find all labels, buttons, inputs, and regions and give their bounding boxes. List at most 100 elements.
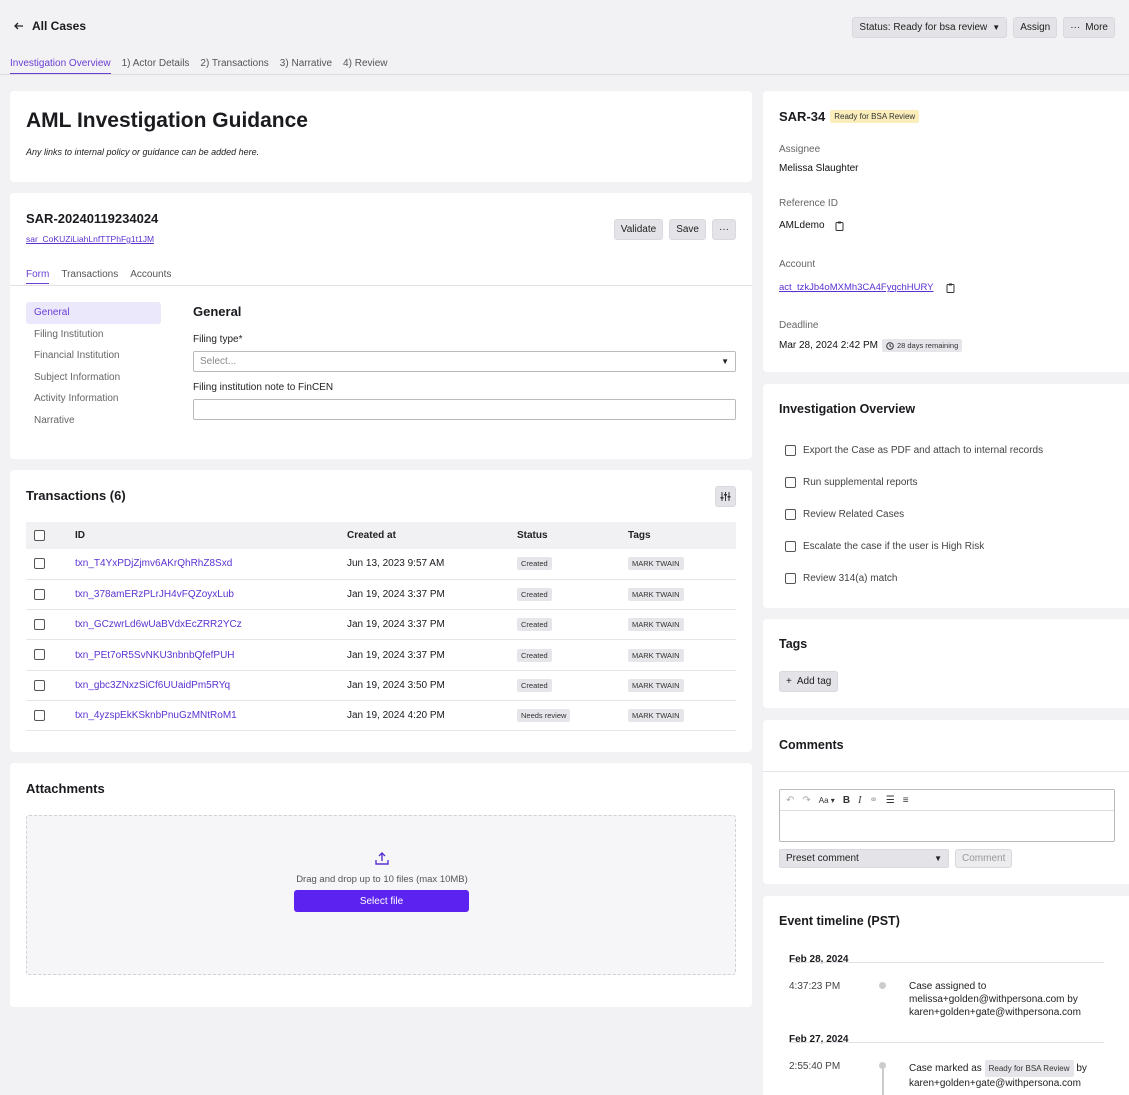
comment-button[interactable]: Comment — [955, 849, 1013, 868]
comment-text-area[interactable] — [780, 811, 1114, 842]
reference-label: Reference ID — [779, 198, 838, 209]
account-link[interactable]: act_tzkJb4oMXMh3CA4FyqchHURY — [779, 282, 934, 293]
timeline-event-prefix: Case marked as — [909, 1063, 982, 1074]
nav-activity-information[interactable]: Activity Information — [26, 388, 161, 410]
assign-button[interactable]: Assign — [1013, 17, 1058, 38]
link-icon[interactable]: ⚭ — [869, 795, 877, 806]
italic-icon[interactable]: I — [858, 795, 861, 806]
copy-icon[interactable] — [946, 283, 955, 293]
transaction-id-link[interactable]: txn_GCzwrLd6wUaBVdxEcZRR2YCz — [75, 609, 347, 641]
timeline-event-text: karen+golden+gate@withpersona.com — [909, 1007, 1081, 1018]
guidance-title: AML Investigation Guidance — [26, 109, 308, 132]
bullet-list-icon[interactable]: ☰ — [886, 795, 895, 806]
preset-comment-select[interactable]: Preset comment ▼ — [779, 849, 949, 868]
tab-narrative[interactable]: 3) Narrative — [280, 58, 332, 74]
status-badge: Created — [517, 648, 552, 662]
validate-button[interactable]: Validate — [613, 219, 664, 240]
tab-transactions[interactable]: 2) Transactions — [200, 58, 268, 74]
nav-narrative[interactable]: Narrative — [26, 410, 161, 432]
tag-badge: MARK TWAIN — [628, 557, 684, 571]
overview-title: Investigation Overview — [779, 402, 916, 416]
nav-general[interactable]: General — [26, 302, 161, 324]
checklist-item[interactable]: Review 314(a) match — [785, 562, 1043, 594]
form-sub-tabs: Form Transactions Accounts — [26, 269, 171, 284]
sar-title: SAR-20240119234024 — [26, 211, 159, 226]
tab-investigation-overview[interactable]: Investigation Overview — [10, 58, 111, 74]
status-dropdown[interactable]: Status: Ready for bsa review ▼ — [852, 17, 1008, 38]
back-label: All Cases — [32, 19, 87, 33]
transaction-id-link[interactable]: txn_gbc3ZNxzSiCf6UUaidPm5RYq — [75, 670, 347, 701]
created-at: Jan 19, 2024 4:20 PM — [347, 700, 517, 732]
tag-badge: MARK TWAIN — [628, 648, 684, 662]
font-size-dropdown[interactable]: Aa ▾ — [819, 796, 835, 805]
copy-icon[interactable] — [835, 221, 844, 231]
status-badge: Created — [517, 618, 552, 632]
transactions-title: Transactions (6) — [26, 488, 126, 503]
caret-down-icon: ▼ — [934, 854, 942, 863]
table-row[interactable]: txn_4yzspEkKSknbPnuGzMNtRoM1 Jan 19, 202… — [26, 700, 736, 732]
tab-accounts[interactable]: Accounts — [130, 269, 171, 284]
note-input[interactable] — [193, 399, 736, 420]
checklist-checkbox[interactable] — [785, 508, 796, 520]
plus-icon: + — [786, 676, 792, 687]
select-file-button[interactable]: Select file — [294, 890, 469, 912]
tab-actor-details[interactable]: 1) Actor Details — [122, 58, 190, 74]
preset-comment-label: Preset comment — [786, 853, 859, 864]
checklist-item[interactable]: Run supplemental reports — [785, 466, 1043, 498]
timeline-event-text: Case marked as Ready for BSA Review by — [909, 1060, 1087, 1077]
redo-icon[interactable]: ↷ — [802, 795, 810, 806]
nav-financial-institution[interactable]: Financial Institution — [26, 345, 161, 367]
table-row[interactable]: txn_PEt7oR5SvNKU3nbnbQfefPUH Jan 19, 202… — [26, 639, 736, 671]
row-checkbox[interactable] — [34, 588, 45, 600]
bold-icon[interactable]: B — [843, 795, 850, 806]
created-at: Jan 19, 2024 3:37 PM — [347, 609, 517, 641]
transaction-id-link[interactable]: txn_PEt7oR5SvNKU3nbnbQfefPUH — [75, 639, 347, 671]
add-tag-button[interactable]: + Add tag — [779, 671, 839, 692]
more-button[interactable]: ··· More — [1063, 17, 1115, 38]
table-row[interactable]: txn_gbc3ZNxzSiCf6UUaidPm5RYq Jan 19, 202… — [26, 670, 736, 701]
table-row[interactable]: txn_T4YxPDjZjmv6AKrQhRhZ8Sxd Jun 13, 202… — [26, 549, 736, 580]
table-row[interactable]: txn_GCzwrLd6wUaBVdxEcZRR2YCz Jan 19, 202… — [26, 609, 736, 641]
checklist-checkbox[interactable] — [785, 444, 796, 456]
row-checkbox[interactable] — [34, 679, 45, 691]
columns-settings-button[interactable] — [715, 486, 736, 507]
numbered-list-icon[interactable]: ≡ — [903, 795, 909, 806]
nav-filing-institution[interactable]: Filing Institution — [26, 324, 161, 346]
row-checkbox[interactable] — [34, 619, 45, 631]
tab-form[interactable]: Form — [26, 269, 50, 284]
attachments-title: Attachments — [26, 781, 105, 796]
tags-card: Tags + Add tag — [763, 619, 1129, 708]
row-checkbox[interactable] — [34, 710, 45, 722]
tab-form-transactions[interactable]: Transactions — [61, 269, 118, 284]
save-button[interactable]: Save — [669, 219, 706, 240]
filing-type-select[interactable]: Select... ▼ — [193, 351, 736, 372]
back-link[interactable]: All Cases — [14, 19, 86, 33]
checklist-item[interactable]: Review Related Cases — [785, 498, 1043, 530]
guidance-note: Any links to internal policy or guidance… — [26, 147, 260, 157]
checklist-item[interactable]: Escalate the case if the user is High Ri… — [785, 530, 1043, 562]
timeline-title: Event timeline (PST) — [779, 914, 900, 928]
timeline-event-text: Case assigned to — [909, 981, 987, 992]
timeline-divider — [789, 962, 1104, 963]
tab-review[interactable]: 4) Review — [343, 58, 387, 74]
transaction-id-link[interactable]: txn_4yzspEkKSknbPnuGzMNtRoM1 — [75, 700, 347, 732]
undo-icon[interactable]: ↶ — [786, 795, 794, 806]
checklist-checkbox[interactable] — [785, 476, 796, 488]
sar-id-link[interactable]: sar_CoKUZiLiahLnfTTPhFg1t1JM — [26, 234, 154, 244]
checklist-checkbox[interactable] — [785, 540, 796, 552]
created-at: Jun 13, 2023 9:57 AM — [347, 549, 517, 580]
row-checkbox[interactable] — [34, 649, 45, 661]
checklist-checkbox[interactable] — [785, 572, 796, 584]
row-checkbox[interactable] — [34, 558, 45, 570]
transaction-id-link[interactable]: txn_T4YxPDjZjmv6AKrQhRhZ8Sxd — [75, 549, 347, 580]
attachments-card: Attachments Drag and drop up to 10 files… — [10, 763, 752, 1007]
select-all-checkbox[interactable] — [34, 529, 45, 541]
form-more-button[interactable]: ··· — [712, 219, 736, 240]
comment-label: Comment — [962, 853, 1006, 864]
transaction-id-link[interactable]: txn_378amERzPLrJH4vFQZoyxLub — [75, 579, 347, 611]
comments-card: Comments ↶ ↷ Aa ▾ B I ⚭ ☰ ≡ Preset comme… — [763, 720, 1129, 884]
file-dropzone[interactable]: Drag and drop up to 10 files (max 10MB) … — [26, 815, 736, 975]
nav-subject-information[interactable]: Subject Information — [26, 367, 161, 389]
checklist-item[interactable]: Export the Case as PDF and attach to int… — [785, 434, 1043, 466]
table-row[interactable]: txn_378amERzPLrJH4vFQZoyxLub Jan 19, 202… — [26, 579, 736, 611]
